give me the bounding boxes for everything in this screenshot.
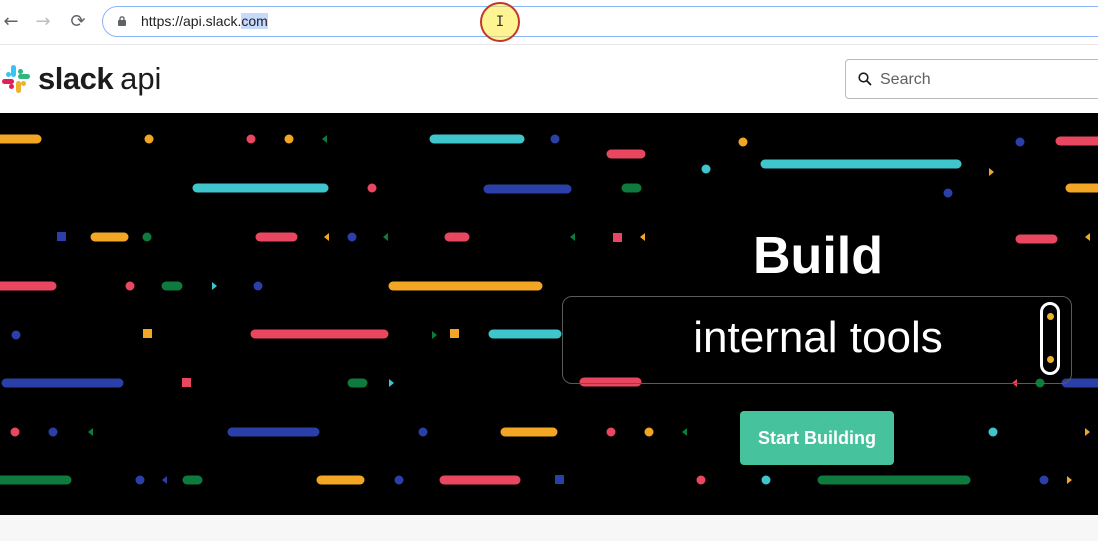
forward-arrow-icon[interactable]: → [32, 10, 54, 32]
site-header: slack api Search [0, 45, 1098, 113]
page-footer-area [0, 515, 1098, 541]
rotating-text-box: internal tools [562, 296, 1072, 384]
search-input[interactable]: Search [845, 59, 1098, 99]
reload-icon[interactable]: ⟳ [67, 10, 89, 32]
scroll-dot-top [1047, 313, 1054, 320]
slack-api-logo[interactable]: slack api [0, 59, 161, 99]
text-cursor-icon: I [480, 2, 520, 42]
scroll-indicator[interactable] [1040, 302, 1060, 375]
rotating-text: internal tools [693, 313, 943, 362]
search-icon [858, 72, 872, 86]
hero-banner: Build internal tools Start Building [0, 113, 1098, 515]
browser-toolbar: ← → ⟳ https://api.slack.com I [0, 0, 1098, 45]
slack-logo-icon [2, 65, 30, 93]
url-selected-text: com [241, 13, 268, 29]
address-bar[interactable]: https://api.slack.com [102, 6, 1098, 37]
back-arrow-icon[interactable]: ← [0, 10, 22, 32]
search-placeholder: Search [880, 71, 931, 88]
hero-title: Build [753, 227, 883, 285]
lock-icon [118, 16, 126, 26]
url-text[interactable]: https://api.slack.com [141, 13, 268, 29]
scroll-dot-bottom [1047, 356, 1054, 363]
url-main: https://api.slack. [141, 13, 242, 29]
logo-suffix: api [120, 61, 162, 96]
logo-word: slack [38, 61, 114, 96]
start-building-button[interactable]: Start Building [740, 411, 894, 465]
